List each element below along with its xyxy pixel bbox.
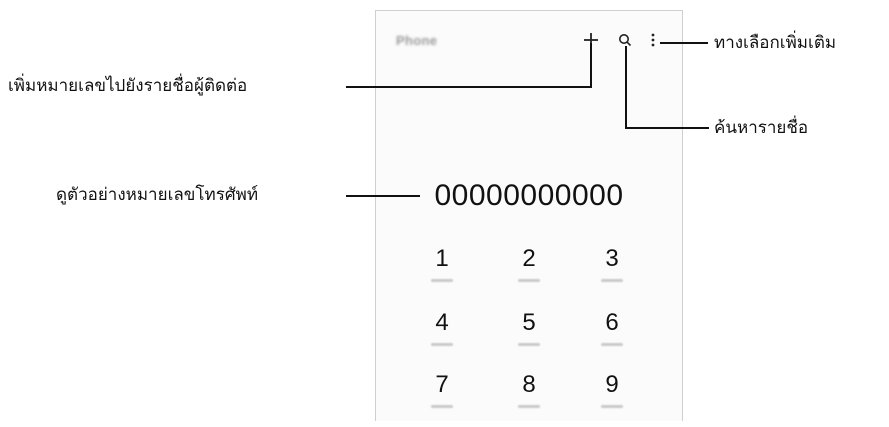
- key-digit: 1: [435, 245, 449, 272]
- key-digit: 9: [605, 371, 619, 398]
- more-options-button[interactable]: [646, 27, 660, 53]
- key-digit: 5: [522, 309, 536, 336]
- key-4[interactable]: 4: [412, 309, 472, 365]
- key-letters: [601, 343, 623, 346]
- key-6[interactable]: 6: [582, 309, 642, 365]
- key-digit: 7: [435, 371, 449, 398]
- key-letters: [431, 279, 453, 282]
- number-display[interactable]: 00000000000: [376, 179, 682, 213]
- callout-line-add-vertical: [590, 43, 592, 87]
- key-letters: [518, 343, 540, 346]
- callout-more-options: ทางเลือกเพิ่มเติม: [714, 33, 837, 52]
- key-letters: [518, 279, 540, 282]
- key-digit: 3: [605, 245, 619, 272]
- callout-line-search-vertical: [625, 46, 627, 128]
- key-digit: 4: [435, 309, 449, 336]
- callout-line-search-horizontal: [625, 127, 709, 129]
- phone-screen: Phone 00000000000 1 2 3 4 5 6 7 8 9: [375, 10, 683, 421]
- key-letters: [518, 405, 540, 408]
- key-9[interactable]: 9: [582, 371, 642, 427]
- app-title: Phone: [396, 33, 438, 48]
- key-letters: [601, 279, 623, 282]
- callout-line-preview: [346, 195, 420, 197]
- key-7[interactable]: 7: [412, 371, 472, 427]
- key-letters: [601, 405, 623, 408]
- key-letters: [431, 343, 453, 346]
- callout-add-to-contacts: เพิ่มหมายเลขไปยังรายชื่อผู้ติดต่อ: [8, 76, 248, 95]
- callout-line-add-horizontal: [346, 86, 592, 88]
- key-5[interactable]: 5: [499, 309, 559, 365]
- callout-search-contacts: ค้นหารายชื่อ: [714, 118, 809, 137]
- key-3[interactable]: 3: [582, 245, 642, 301]
- key-2[interactable]: 2: [499, 245, 559, 301]
- callout-preview-number: ดูตัวอย่างหมายเลขโทรศัพท์: [56, 185, 259, 204]
- key-8[interactable]: 8: [499, 371, 559, 427]
- key-digit: 8: [522, 371, 536, 398]
- more-vertical-icon: [651, 33, 655, 47]
- key-digit: 6: [605, 309, 619, 336]
- callout-line-more-options: [660, 42, 708, 44]
- key-digit: 2: [522, 245, 536, 272]
- search-icon: [619, 34, 632, 47]
- key-1[interactable]: 1: [412, 245, 472, 301]
- key-letters: [431, 405, 453, 408]
